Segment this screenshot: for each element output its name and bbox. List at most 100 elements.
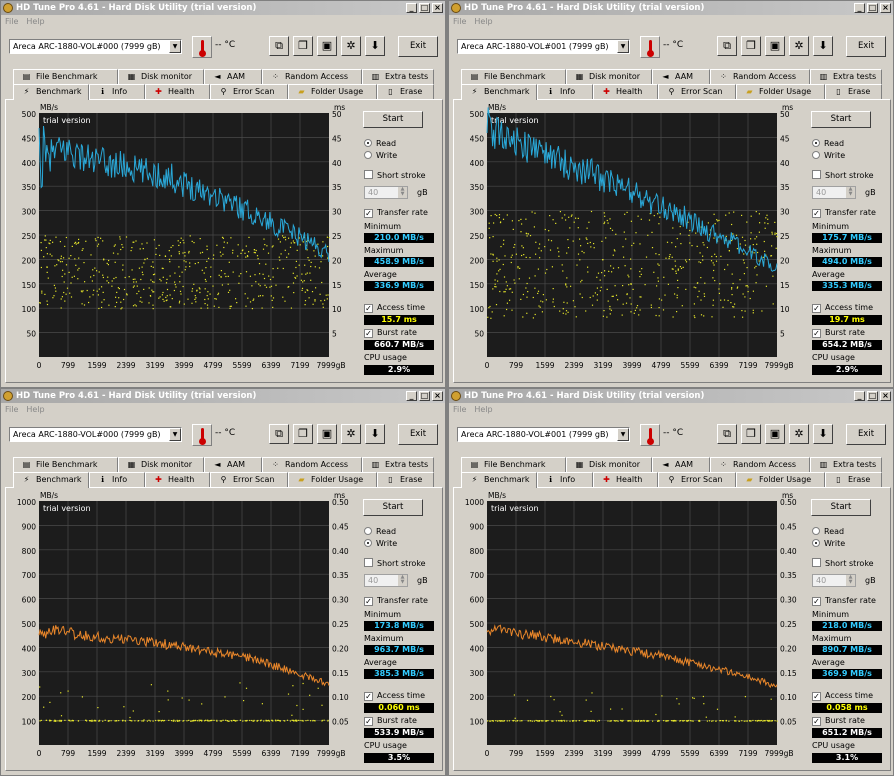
short-stroke-checkbox[interactable]: Short stroke xyxy=(364,558,426,568)
short-stroke-spinner[interactable]: 40 ▲ ▼ xyxy=(812,186,856,199)
title-bar[interactable]: HD Tune Pro 4.61 - Hard Disk Utility (tr… xyxy=(449,389,893,403)
tab-aam[interactable]: ◄ AAM xyxy=(652,457,710,472)
read-radio[interactable]: Read xyxy=(812,139,844,148)
tab-health[interactable]: ✚ Health xyxy=(145,472,210,487)
menu-file[interactable]: File xyxy=(453,405,466,414)
tab-file-benchmark[interactable]: ▤ File Benchmark xyxy=(13,69,118,84)
copy-all-icon[interactable]: ❐ xyxy=(293,36,313,56)
tab-health[interactable]: ✚ Health xyxy=(145,84,210,99)
save-icon[interactable]: ▣ xyxy=(317,36,337,56)
tab-file-benchmark[interactable]: ▤ File Benchmark xyxy=(461,69,566,84)
tab-erase[interactable]: ▯ Erase xyxy=(825,472,882,487)
tab-file-benchmark[interactable]: ▤ File Benchmark xyxy=(461,457,566,472)
start-button[interactable]: Start xyxy=(811,111,871,128)
minimize-button[interactable]: _ xyxy=(406,391,417,401)
tab-folder-usage[interactable]: ▰ Folder Usage xyxy=(288,472,377,487)
maximize-button[interactable]: □ xyxy=(867,3,878,13)
tab-error-scan[interactable]: ⚲ Error Scan xyxy=(658,84,736,99)
tab-benchmark[interactable]: ⚡ Benchmark xyxy=(461,84,537,100)
tab-benchmark[interactable]: ⚡ Benchmark xyxy=(13,84,89,100)
copy-all-icon[interactable]: ❐ xyxy=(741,424,761,444)
exit-button[interactable]: Exit xyxy=(398,36,438,57)
read-radio[interactable]: Read xyxy=(812,527,844,536)
tab-folder-usage[interactable]: ▰ Folder Usage xyxy=(736,472,825,487)
close-button[interactable]: × xyxy=(880,391,891,401)
copy-icon[interactable]: ⧉ xyxy=(717,36,737,56)
tab-aam[interactable]: ◄ AAM xyxy=(204,457,262,472)
tab-extra-tests[interactable]: ▥ Extra tests xyxy=(362,457,434,472)
burst-rate-checkbox[interactable]: ✓ Burst rate xyxy=(364,328,417,338)
title-bar[interactable]: HD Tune Pro 4.61 - Hard Disk Utility (tr… xyxy=(1,1,445,15)
copy-icon[interactable]: ⧉ xyxy=(717,424,737,444)
minimize-button[interactable]: _ xyxy=(854,391,865,401)
menu-file[interactable]: File xyxy=(5,405,18,414)
tab-error-scan[interactable]: ⚲ Error Scan xyxy=(210,472,288,487)
tab-extra-tests[interactable]: ▥ Extra tests xyxy=(810,457,882,472)
chevron-down-icon[interactable]: ▼ xyxy=(169,428,181,441)
drive-select[interactable]: Areca ARC-1880-VOL#000 (7999 gB) ▼ xyxy=(9,427,182,442)
maximize-button[interactable]: □ xyxy=(419,391,430,401)
spinner-arrows-icon[interactable]: ▲ ▼ xyxy=(398,187,407,198)
read-radio[interactable]: Read xyxy=(364,139,396,148)
menu-help[interactable]: Help xyxy=(474,405,492,414)
short-stroke-spinner[interactable]: 40 ▲ ▼ xyxy=(364,186,408,199)
tab-erase[interactable]: ▯ Erase xyxy=(377,84,434,99)
short-stroke-checkbox[interactable]: Short stroke xyxy=(364,170,426,180)
tab-folder-usage[interactable]: ▰ Folder Usage xyxy=(736,84,825,99)
tab-info[interactable]: ℹ Info xyxy=(537,84,593,99)
chevron-down-icon[interactable]: ▼ xyxy=(617,40,629,53)
drive-select[interactable]: Areca ARC-1880-VOL#001 (7999 gB) ▼ xyxy=(457,39,630,54)
short-stroke-spinner[interactable]: 40 ▲ ▼ xyxy=(812,574,856,587)
tab-error-scan[interactable]: ⚲ Error Scan xyxy=(210,84,288,99)
start-button[interactable]: Start xyxy=(363,499,423,516)
tab-folder-usage[interactable]: ▰ Folder Usage xyxy=(288,84,377,99)
spinner-arrows-icon[interactable]: ▲ ▼ xyxy=(846,187,855,198)
transfer-rate-checkbox[interactable]: ✓ Transfer rate xyxy=(812,596,876,606)
download-icon[interactable]: ⬇ xyxy=(813,424,833,444)
access-time-checkbox[interactable]: ✓ Access time xyxy=(364,303,425,313)
options-icon[interactable]: ✲ xyxy=(341,36,361,56)
write-radio[interactable]: Write xyxy=(812,539,845,548)
save-icon[interactable]: ▣ xyxy=(765,424,785,444)
title-bar[interactable]: HD Tune Pro 4.61 - Hard Disk Utility (tr… xyxy=(449,1,893,15)
burst-rate-checkbox[interactable]: ✓ Burst rate xyxy=(812,716,865,726)
tab-aam[interactable]: ◄ AAM xyxy=(652,69,710,84)
tab-info[interactable]: ℹ Info xyxy=(89,472,145,487)
save-icon[interactable]: ▣ xyxy=(765,36,785,56)
copy-icon[interactable]: ⧉ xyxy=(269,424,289,444)
access-time-checkbox[interactable]: ✓ Access time xyxy=(812,303,873,313)
chevron-down-icon[interactable]: ▼ xyxy=(169,40,181,53)
tab-benchmark[interactable]: ⚡ Benchmark xyxy=(13,472,89,488)
copy-all-icon[interactable]: ❐ xyxy=(741,36,761,56)
read-radio[interactable]: Read xyxy=(364,527,396,536)
options-icon[interactable]: ✲ xyxy=(789,36,809,56)
exit-button[interactable]: Exit xyxy=(398,424,438,445)
maximize-button[interactable]: □ xyxy=(867,391,878,401)
start-button[interactable]: Start xyxy=(811,499,871,516)
tab-random-access[interactable]: ⁘ Random Access xyxy=(262,457,362,472)
copy-icon[interactable]: ⧉ xyxy=(269,36,289,56)
exit-button[interactable]: Exit xyxy=(846,36,886,57)
close-button[interactable]: × xyxy=(880,3,891,13)
tab-info[interactable]: ℹ Info xyxy=(537,472,593,487)
tab-random-access[interactable]: ⁘ Random Access xyxy=(262,69,362,84)
chevron-down-icon[interactable]: ▼ xyxy=(617,428,629,441)
minimize-button[interactable]: _ xyxy=(854,3,865,13)
burst-rate-checkbox[interactable]: ✓ Burst rate xyxy=(812,328,865,338)
tab-random-access[interactable]: ⁘ Random Access xyxy=(710,457,810,472)
short-stroke-checkbox[interactable]: Short stroke xyxy=(812,170,874,180)
close-button[interactable]: × xyxy=(432,3,443,13)
save-icon[interactable]: ▣ xyxy=(317,424,337,444)
tab-random-access[interactable]: ⁘ Random Access xyxy=(710,69,810,84)
tab-aam[interactable]: ◄ AAM xyxy=(204,69,262,84)
transfer-rate-checkbox[interactable]: ✓ Transfer rate xyxy=(812,208,876,218)
write-radio[interactable]: Write xyxy=(812,151,845,160)
transfer-rate-checkbox[interactable]: ✓ Transfer rate xyxy=(364,596,428,606)
tab-erase[interactable]: ▯ Erase xyxy=(825,84,882,99)
download-icon[interactable]: ⬇ xyxy=(365,36,385,56)
menu-help[interactable]: Help xyxy=(26,17,44,26)
short-stroke-checkbox[interactable]: Short stroke xyxy=(812,558,874,568)
download-icon[interactable]: ⬇ xyxy=(813,36,833,56)
menu-file[interactable]: File xyxy=(5,17,18,26)
menu-file[interactable]: File xyxy=(453,17,466,26)
